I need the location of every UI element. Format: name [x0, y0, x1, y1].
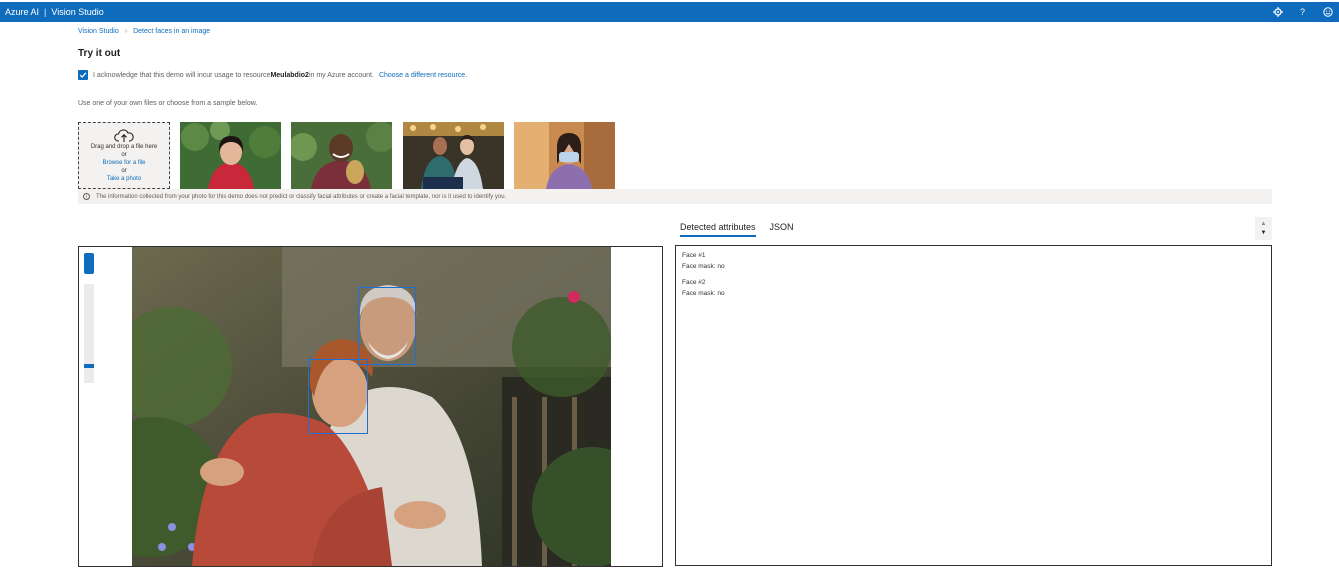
sample-image-2[interactable] — [291, 122, 392, 189]
dropzone-text: Drag and drop a file here — [90, 143, 158, 150]
acknowledge-text-before: I acknowledge that this demo will incur … — [93, 71, 271, 79]
breadcrumb-home[interactable]: Vision Studio — [78, 28, 119, 35]
image-viewer — [78, 246, 663, 567]
results-scroll-control[interactable]: ▲ ▼ — [1255, 217, 1272, 240]
face-box-2[interactable] — [308, 359, 368, 434]
page-title: Try it out — [78, 48, 121, 59]
chevron-right-icon: › — [124, 28, 128, 35]
zoom-slider[interactable] — [84, 284, 94, 383]
browse-file-link[interactable]: Browse for a file — [102, 159, 145, 167]
zoom-slider-thumb[interactable] — [84, 364, 94, 368]
instructions-text: Use one of your own files or choose from… — [78, 100, 258, 107]
top-bar: Azure AI | Vision Studio ? — [0, 2, 1339, 22]
help-icon[interactable]: ? — [1297, 7, 1308, 18]
result-tabs: Detected attributes JSON — [680, 222, 794, 237]
result-face-2: Face #2 Face mask: no — [682, 277, 1265, 299]
face-title: Face #2 — [682, 279, 706, 286]
privacy-info-text: The information collected from your phot… — [96, 193, 507, 200]
face-mask-attribute: Face mask: no — [682, 290, 725, 297]
sample-image-3[interactable] — [403, 122, 504, 189]
caret-down-icon[interactable]: ▼ — [1261, 229, 1267, 238]
acknowledge-checkbox[interactable] — [78, 70, 88, 80]
checkmark-icon — [79, 72, 87, 78]
sample-image-4[interactable] — [514, 122, 615, 189]
acknowledge-text-after: in my Azure account. — [308, 71, 374, 79]
tab-json[interactable]: JSON — [770, 222, 794, 237]
product-name[interactable]: Vision Studio — [51, 7, 103, 17]
face-title: Face #1 — [682, 252, 706, 259]
choose-resource-link[interactable]: Choose a different resource. — [379, 72, 467, 79]
breadcrumb-current[interactable]: Detect faces in an image — [133, 28, 210, 35]
brand-separator: | — [44, 7, 47, 17]
resource-name: Meulabdio2 — [270, 71, 309, 79]
breadcrumb: Vision Studio › Detect faces in an image — [78, 28, 210, 35]
face-box-1[interactable] — [358, 287, 416, 365]
results-panel: Face #1 Face mask: no Face #2 Face mask:… — [675, 245, 1272, 566]
take-photo-link[interactable]: Take a photo — [107, 175, 141, 183]
caret-up-icon[interactable]: ▲ — [1261, 220, 1267, 229]
face-mask-attribute: Face mask: no — [682, 263, 725, 270]
brand-name[interactable]: Azure AI — [5, 7, 39, 17]
analyzed-photo — [132, 247, 611, 566]
info-icon: i — [83, 193, 90, 200]
result-face-1: Face #1 Face mask: no — [682, 250, 1265, 272]
sample-image-1[interactable] — [180, 122, 281, 189]
upload-dropzone[interactable]: Drag and drop a file here or Browse for … — [78, 122, 170, 189]
settings-icon[interactable] — [1272, 7, 1283, 18]
privacy-info-banner: i The information collected from your ph… — [78, 189, 1272, 204]
or-text: or — [121, 151, 127, 158]
acknowledge-row: I acknowledge that this demo will incur … — [78, 70, 467, 80]
or-text: or — [121, 167, 127, 174]
zoom-button[interactable] — [84, 253, 94, 274]
feedback-icon[interactable] — [1322, 7, 1333, 18]
tab-detected-attributes[interactable]: Detected attributes — [680, 222, 756, 237]
cloud-upload-icon — [114, 128, 134, 142]
